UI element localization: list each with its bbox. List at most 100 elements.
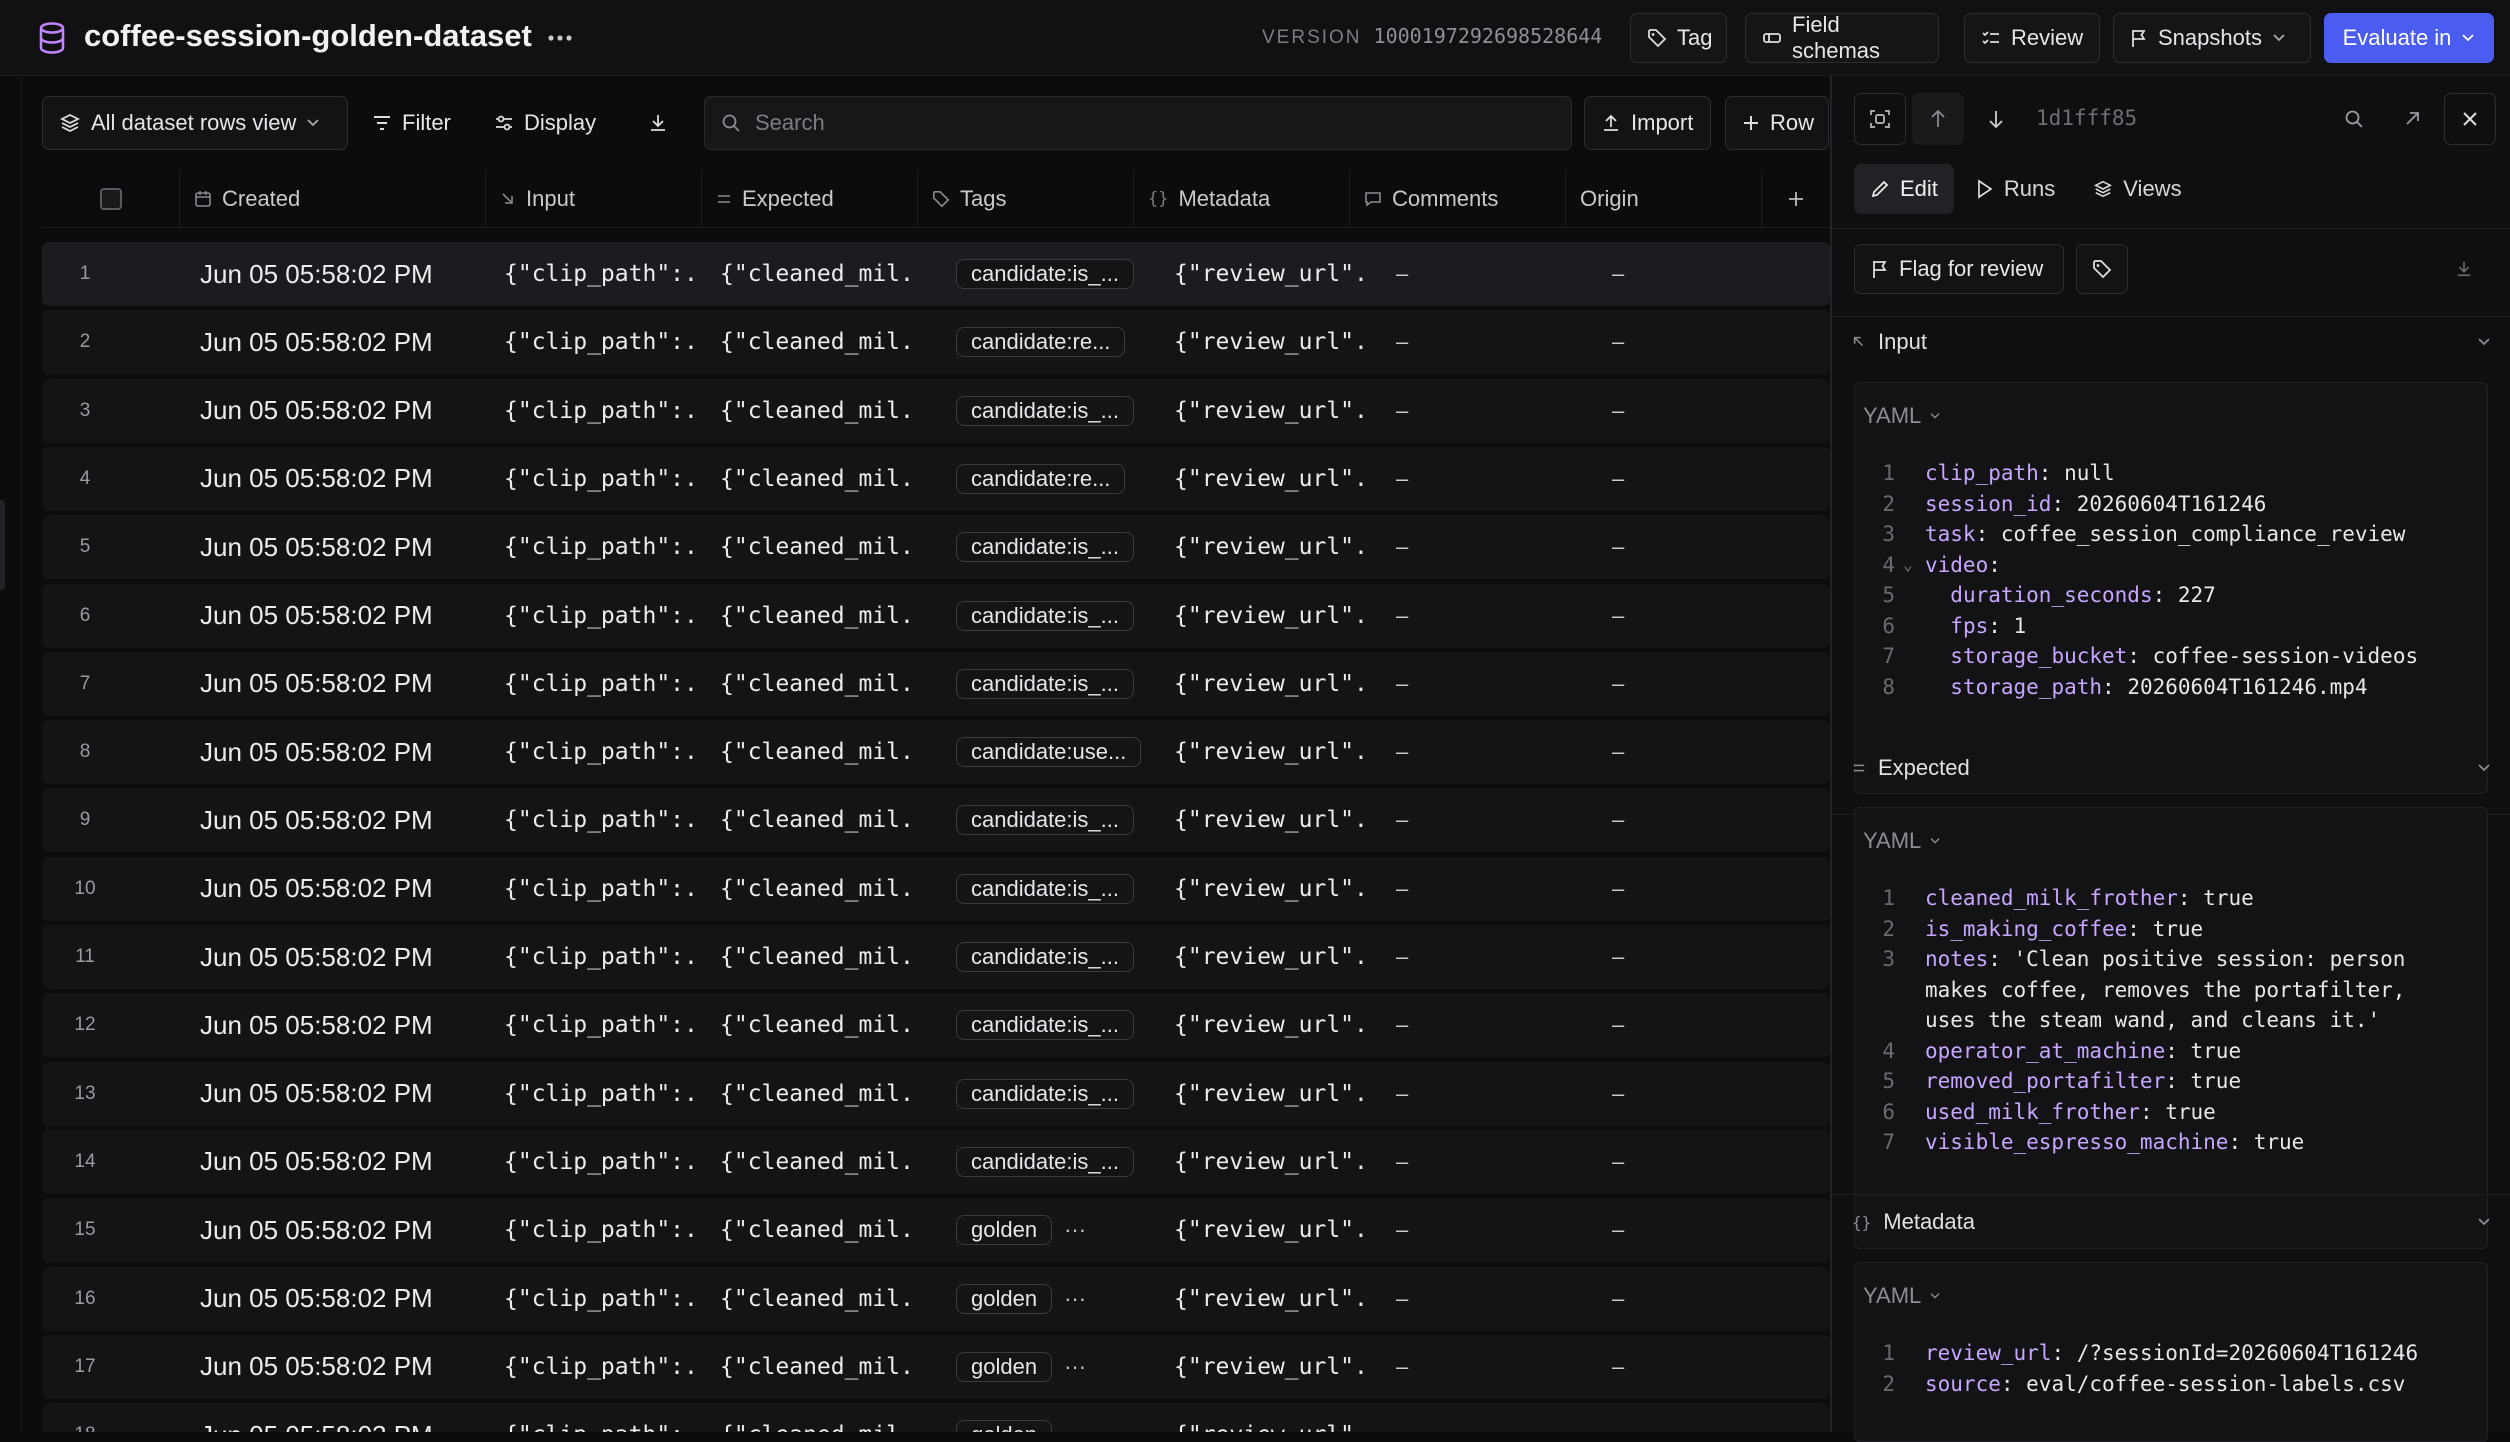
cell-metadata[interactable]: {"review_url"... [1174,447,1370,511]
format-selector[interactable]: YAML [1863,828,1941,854]
more-tags-indicator[interactable]: ··· [1064,1286,1086,1312]
tab-views[interactable]: Views [2077,164,2197,214]
cell-metadata[interactable]: {"review_url"... [1174,1267,1370,1331]
cell-metadata[interactable]: {"review_url"... [1174,1130,1370,1194]
cell-input[interactable]: {"clip_path":... [504,515,700,579]
column-comments[interactable]: Comments [1350,170,1566,228]
rail-handle[interactable] [0,500,5,590]
cell-expected[interactable]: {"cleaned_mil... [720,652,916,716]
cell-comments[interactable]: – [1396,310,1516,374]
tab-runs[interactable]: Runs [1960,164,2071,214]
format-selector[interactable]: YAML [1863,403,1941,429]
cell-input[interactable]: {"clip_path":... [504,788,700,852]
tag-chip[interactable]: candidate:is_... [956,1146,1134,1177]
tag-chip[interactable]: candidate:is_... [956,942,1134,972]
table-row[interactable]: 1 Jun 05 05:58:02 PM {"clip_path":... {"cle… [42,242,1830,306]
more-tags-indicator[interactable]: ··· [1064,1422,1086,1432]
cell-metadata[interactable]: {"review_url"... [1174,1335,1370,1399]
cell-tags[interactable]: golden ··· [956,1267,1150,1331]
search-box[interactable] [704,96,1572,150]
cell-tags[interactable]: candidate:is_... [956,788,1150,852]
cell-expected[interactable]: {"cleaned_mil... [720,925,916,989]
cell-metadata[interactable]: {"review_url"... [1174,1198,1370,1262]
column-tags[interactable]: Tags [918,170,1134,228]
cell-tags[interactable]: candidate:re... [956,310,1150,374]
column-created[interactable]: Created [180,170,486,228]
format-selector[interactable]: YAML [1863,1283,1941,1309]
cell-input[interactable]: {"clip_path":... [504,1130,700,1194]
cell-metadata[interactable]: {"review_url"... [1174,925,1370,989]
select-all-checkbox[interactable] [99,188,122,210]
cell-tags[interactable]: candidate:is_... [956,652,1150,716]
table-row[interactable]: 18 Jun 05 05:58:02 PM {"clip_path":... {"cl… [42,1403,1830,1432]
cell-input[interactable]: {"clip_path":... [504,925,700,989]
cell-comments[interactable]: – [1396,993,1516,1057]
cell-input[interactable]: {"clip_path":... [504,379,700,443]
table-row[interactable]: 14 Jun 05 05:58:02 PM {"clip_path":... {"cl… [42,1129,1830,1194]
close-panel-button[interactable] [2444,93,2496,145]
table-row[interactable]: 4 Jun 05 05:58:02 PM {"clip_path":... {"cle… [42,446,1830,511]
cell-tags[interactable]: candidate:use... [956,720,1150,784]
cell-tags[interactable]: candidate:is_... [956,857,1150,921]
cell-comments[interactable]: – [1396,379,1516,443]
column-metadata[interactable]: {} Metadata [1134,170,1350,228]
cell-input[interactable]: {"clip_path":... [504,1403,700,1432]
cell-comments[interactable]: – [1396,1062,1516,1126]
tag-chip[interactable]: golden [956,1420,1053,1432]
input-code-editor[interactable]: YAML 1 clip_path: null 2 session_id: 202606… [1854,382,2488,794]
cell-input[interactable]: {"clip_path":... [504,1198,700,1262]
cell-input[interactable]: {"clip_path":... [504,584,700,648]
cell-expected[interactable]: {"cleaned_mil... [720,788,916,852]
cell-expected[interactable]: {"cleaned_mil... [720,720,916,784]
cell-expected[interactable]: {"cleaned_mil... [720,1403,916,1432]
column-input[interactable]: Input [486,170,702,228]
cell-input[interactable]: {"clip_path":... [504,993,700,1057]
cell-tags[interactable]: golden ··· [956,1198,1150,1262]
cell-comments[interactable]: – [1396,447,1516,511]
search-input[interactable] [755,110,1535,136]
download-button[interactable] [638,96,678,150]
tag-chip[interactable]: golden [956,1215,1053,1246]
download-row-button[interactable] [2438,243,2490,295]
cell-input[interactable]: {"clip_path":... [504,447,700,511]
previous-row-button[interactable] [1912,93,1964,145]
cell-tags[interactable]: candidate:is_... [956,1062,1150,1126]
panel-search-button[interactable] [2328,93,2380,145]
column-origin[interactable]: Origin [1566,170,1762,228]
table-row[interactable]: 3 Jun 05 05:58:02 PM {"clip_path":... {"cle… [42,378,1830,443]
table-row[interactable]: 7 Jun 05 05:58:02 PM {"clip_path":... {"cle… [42,651,1830,716]
next-row-button[interactable] [1970,93,2022,145]
cell-input[interactable]: {"clip_path":... [504,1335,700,1399]
column-expected[interactable]: Expected [702,170,918,228]
cell-expected[interactable]: {"cleaned_mil... [720,1062,916,1126]
cell-comments[interactable]: – [1396,857,1516,921]
cell-tags[interactable]: golden ··· [956,1403,1150,1432]
table-row[interactable]: 10 Jun 05 05:58:02 PM {"clip_path":... {"cl… [42,856,1830,921]
cell-metadata[interactable]: {"review_url"... [1174,242,1370,306]
cell-input[interactable]: {"clip_path":... [504,857,700,921]
cell-expected[interactable]: {"cleaned_mil... [720,1335,916,1399]
display-button[interactable]: Display [494,96,596,150]
cell-metadata[interactable]: {"review_url"... [1174,1403,1370,1432]
add-row-button[interactable]: Row [1725,96,1829,150]
cell-expected[interactable]: {"cleaned_mil... [720,242,916,306]
cell-metadata[interactable]: {"review_url"... [1174,788,1370,852]
cell-comments[interactable]: – [1396,1130,1516,1194]
cell-tags[interactable]: candidate:is_... [956,242,1150,306]
cell-comments[interactable]: – [1396,1198,1516,1262]
cell-expected[interactable]: {"cleaned_mil... [720,1130,916,1194]
tag-chip[interactable]: candidate:re... [956,463,1126,494]
cell-metadata[interactable]: {"review_url"... [1174,720,1370,784]
table-row[interactable]: 11 Jun 05 05:58:02 PM {"clip_path":... {"cl… [42,925,1830,989]
cell-comments[interactable]: – [1396,1335,1516,1399]
tag-chip[interactable]: candidate:re... [956,327,1126,358]
add-tag-button[interactable] [2076,244,2128,294]
filter-button[interactable]: Filter [372,96,451,150]
cell-input[interactable]: {"clip_path":... [504,310,700,374]
cell-tags[interactable]: candidate:is_... [956,925,1150,989]
tag-button[interactable]: Tag [1630,13,1727,63]
section-header-metadata[interactable]: {} Metadata [1852,1202,2492,1242]
evaluate-in-button[interactable]: Evaluate in [2324,13,2494,63]
cell-comments[interactable]: – [1396,652,1516,716]
tag-chip[interactable]: candidate:is_... [956,600,1134,631]
